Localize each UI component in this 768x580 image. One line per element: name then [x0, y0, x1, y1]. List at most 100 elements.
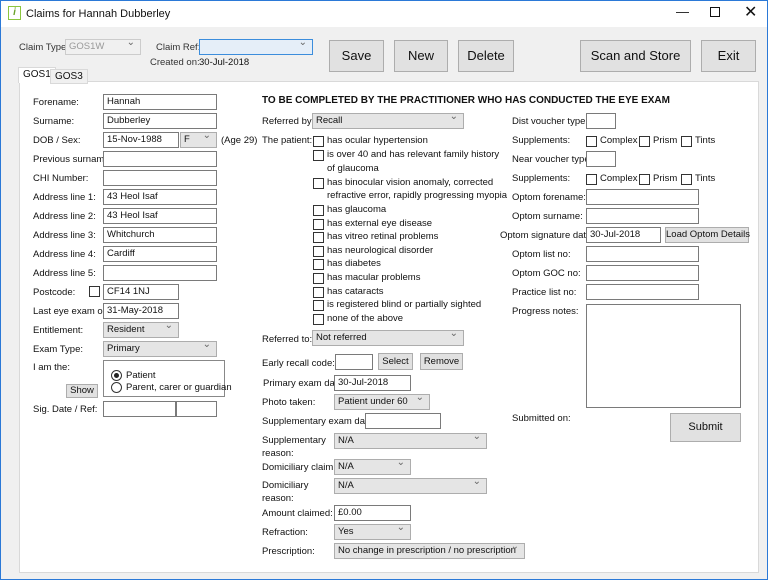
- delete-button[interactable]: Delete: [458, 40, 514, 72]
- supplement-checkbox-prism[interactable]: [639, 136, 650, 147]
- claim-ref-label: Claim Ref:: [156, 42, 201, 53]
- progress-notes-textarea[interactable]: [586, 304, 741, 408]
- dob-input[interactable]: 15-Nov-1988: [103, 132, 179, 148]
- created-on-label: Created on:: [150, 57, 200, 68]
- optom-goc-label: Optom GOC no:: [512, 268, 581, 279]
- near-input[interactable]: [586, 151, 616, 167]
- optom-list-input[interactable]: [586, 246, 699, 262]
- submit-button[interactable]: Submit: [670, 413, 741, 442]
- condition-label: has diabetes: [327, 258, 381, 269]
- supplement-checkbox-tints[interactable]: [681, 174, 692, 185]
- condition-checkbox[interactable]: [313, 150, 324, 161]
- practice-list-label: Practice list no:: [512, 287, 577, 298]
- maximize-icon[interactable]: [710, 7, 720, 17]
- chi-input[interactable]: [103, 170, 217, 186]
- supp-reason-select[interactable]: N/A: [334, 431, 487, 449]
- referred-by-select[interactable]: Recall: [312, 111, 464, 129]
- select-button[interactable]: Select: [378, 353, 413, 370]
- optom-sig-date-label: Optom signature date:: [500, 230, 594, 241]
- exit-button[interactable]: Exit: [701, 40, 756, 72]
- addr1-input[interactable]: 43 Heol Isaf: [103, 189, 217, 205]
- supplement-checkbox-prism[interactable]: [639, 174, 650, 185]
- prev-surname-input[interactable]: [103, 151, 217, 167]
- condition-checkbox[interactable]: [313, 314, 324, 325]
- prescription-select[interactable]: No change in prescription / no prescript…: [334, 541, 525, 559]
- last-exam-input[interactable]: 31-May-2018: [103, 303, 179, 319]
- tab-gos3[interactable]: GOS3: [50, 69, 88, 84]
- condition-checkbox[interactable]: [313, 300, 324, 311]
- supplements-label: Supplements:: [512, 135, 571, 146]
- condition-checkbox[interactable]: [313, 259, 324, 270]
- show-button[interactable]: Show: [66, 384, 98, 398]
- addr3-label: Address line 3:: [33, 230, 96, 241]
- photo-taken-select[interactable]: Patient under 60: [334, 392, 430, 410]
- dist-label: Dist voucher type:: [512, 116, 589, 127]
- dist-input[interactable]: [586, 113, 616, 129]
- dob-label: DOB / Sex:: [33, 135, 81, 146]
- supplement-checkbox-tints[interactable]: [681, 136, 692, 147]
- condition-checkbox[interactable]: [313, 287, 324, 298]
- optom-sig-date-input[interactable]: 30-Jul-2018: [586, 227, 661, 243]
- save-button[interactable]: Save: [329, 40, 384, 72]
- sig-date-input[interactable]: [103, 401, 176, 417]
- addr3-input[interactable]: Whitchurch: [103, 227, 217, 243]
- condition-checkbox[interactable]: [313, 205, 324, 216]
- sex-select[interactable]: F: [180, 130, 217, 148]
- optom-forename-input[interactable]: [586, 189, 699, 205]
- load-optom-details-button[interactable]: Load Optom Details: [665, 227, 750, 243]
- practitioner-heading: TO BE COMPLETED BY THE PRACTITIONER WHO …: [262, 95, 670, 106]
- referred-by-label: Referred by:: [262, 116, 315, 127]
- new-button[interactable]: New: [394, 40, 448, 72]
- radio-patient[interactable]: [111, 370, 122, 381]
- surname-label: Surname:: [33, 116, 75, 127]
- condition-checkbox[interactable]: [313, 219, 324, 230]
- entitlement-select[interactable]: Resident: [103, 320, 179, 338]
- addr2-input[interactable]: 43 Heol Isaf: [103, 208, 217, 224]
- entitlement-label: Entitlement:: [33, 325, 84, 336]
- refraction-select[interactable]: Yes: [334, 522, 411, 540]
- minimize-icon[interactable]: —: [676, 4, 689, 19]
- optom-surname-input[interactable]: [586, 208, 699, 224]
- condition-checkbox[interactable]: [313, 273, 324, 284]
- addr1-label: Address line 1:: [33, 192, 96, 203]
- early-recall-input[interactable]: [335, 354, 373, 370]
- condition-checkbox[interactable]: [313, 246, 324, 257]
- surname-input[interactable]: Dubberley: [103, 113, 217, 129]
- practice-list-input[interactable]: [586, 284, 699, 300]
- condition-checkbox[interactable]: [313, 136, 324, 147]
- claim-type-select[interactable]: GOS1W: [65, 37, 141, 55]
- postcode-label: Postcode:: [33, 287, 76, 298]
- condition-label: has external eye disease: [327, 218, 433, 229]
- condition-label: has cataracts: [327, 286, 384, 297]
- supplement-checkbox-complex[interactable]: [586, 174, 597, 185]
- sig-ref-input[interactable]: [176, 401, 217, 417]
- supplement-label: Prism: [653, 135, 678, 146]
- postcode-input[interactable]: CF14 1NJ: [103, 284, 179, 300]
- addr4-input[interactable]: Cardiff: [103, 246, 217, 262]
- forename-input[interactable]: Hannah: [103, 94, 217, 110]
- amount-claimed-input[interactable]: £0.00: [334, 505, 411, 521]
- condition-checkbox[interactable]: [313, 178, 324, 189]
- referred-to-select[interactable]: Not referred: [312, 328, 464, 346]
- domiciliary-claim-select[interactable]: N/A: [334, 457, 411, 475]
- primary-exam-date-input[interactable]: 30-Jul-2018: [334, 375, 411, 391]
- domiciliary-reason-select[interactable]: N/A: [334, 476, 487, 494]
- remove-button[interactable]: Remove: [420, 353, 463, 370]
- close-icon[interactable]: ✕: [744, 2, 757, 22]
- optom-goc-input[interactable]: [586, 265, 699, 281]
- sig-date-label: Sig. Date / Ref:: [33, 404, 98, 415]
- scan-and-store-button[interactable]: Scan and Store: [580, 40, 691, 72]
- condition-checkbox[interactable]: [313, 232, 324, 243]
- exam-type-select[interactable]: Primary: [103, 339, 217, 357]
- supplement-label: Tints: [695, 135, 716, 146]
- amount-claimed-label: Amount claimed:: [262, 508, 333, 519]
- supplement-checkbox-complex[interactable]: [586, 136, 597, 147]
- dom-reason-label-1: Domiciliary: [262, 480, 309, 491]
- radio-patient-label: Patient: [126, 370, 156, 381]
- radio-parent[interactable]: [111, 382, 122, 393]
- supp-exam-date-input[interactable]: [365, 413, 441, 429]
- supplement-label: Tints: [695, 173, 716, 184]
- addr5-input[interactable]: [103, 265, 217, 281]
- claim-ref-select[interactable]: [199, 37, 313, 55]
- postcode-checkbox[interactable]: [89, 286, 100, 297]
